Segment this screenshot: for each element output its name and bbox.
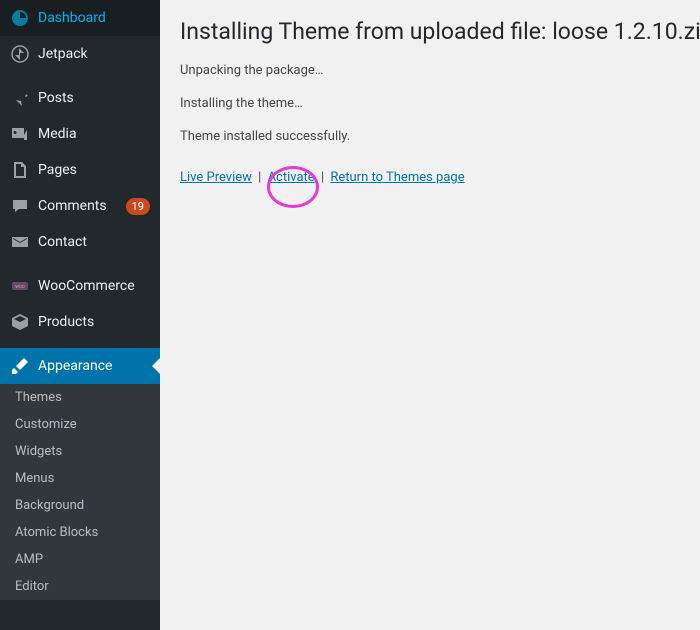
sidebar-item-dashboard[interactable]: Dashboard [0, 0, 160, 36]
sidebar-item-label: Pages [38, 162, 150, 178]
submenu-item-background[interactable]: Background [0, 492, 160, 519]
sidebar-item-label: Media [38, 126, 150, 142]
status-unpacking: Unpacking the package… [180, 63, 700, 78]
pages-icon [10, 160, 30, 180]
sidebar-item-label: Dashboard [38, 10, 150, 26]
sidebar-item-woocommerce[interactable]: woo WooCommerce [0, 268, 160, 304]
sidebar-item-products[interactable]: Products [0, 304, 160, 340]
sidebar-item-media[interactable]: Media [0, 116, 160, 152]
sidebar-item-label: Comments [38, 198, 121, 214]
page-title: Installing Theme from uploaded file: loo… [180, 18, 700, 45]
sidebar-item-pages[interactable]: Pages [0, 152, 160, 188]
sidebar-item-label: Posts [38, 90, 150, 106]
return-link[interactable]: Return to Themes page [330, 170, 464, 185]
submenu-item-amp[interactable]: AMP [0, 546, 160, 573]
submenu-item-widgets[interactable]: Widgets [0, 438, 160, 465]
submenu-item-editor[interactable]: Editor [0, 573, 160, 600]
sidebar-item-label: Products [38, 314, 150, 330]
products-icon [10, 312, 30, 332]
status-installing: Installing the theme… [180, 96, 700, 111]
media-icon [10, 124, 30, 144]
appearance-submenu: Themes Customize Widgets Menus Backgroun… [0, 384, 160, 600]
status-success: Theme installed successfully. [180, 129, 700, 144]
main-content: Installing Theme from uploaded file: loo… [160, 0, 700, 630]
jetpack-icon [10, 44, 30, 64]
dashboard-icon [10, 8, 30, 28]
comments-icon [10, 196, 30, 216]
sidebar-item-contact[interactable]: Contact [0, 224, 160, 260]
separator: | [258, 170, 261, 185]
submenu-item-atomic-blocks[interactable]: Atomic Blocks [0, 519, 160, 546]
sidebar-item-label: Appearance [38, 358, 150, 374]
submenu-item-customize[interactable]: Customize [0, 411, 160, 438]
woo-icon: woo [10, 276, 30, 296]
separator: | [321, 170, 324, 185]
comments-count-badge: 19 [126, 198, 150, 215]
svg-text:woo: woo [15, 284, 25, 290]
action-links: Live Preview | Activate | Return to Them… [180, 170, 700, 185]
sidebar-item-label: Contact [38, 234, 150, 250]
sidebar-item-appearance[interactable]: Appearance [0, 348, 160, 384]
activate-link[interactable]: Activate [268, 170, 315, 185]
pin-icon [10, 88, 30, 108]
sidebar-item-label: WooCommerce [38, 278, 150, 294]
admin-sidebar: Dashboard Jetpack Posts Media Pages Comm… [0, 0, 160, 630]
submenu-item-themes[interactable]: Themes [0, 384, 160, 411]
mail-icon [10, 232, 30, 252]
submenu-item-menus[interactable]: Menus [0, 465, 160, 492]
live-preview-link[interactable]: Live Preview [180, 170, 252, 185]
sidebar-item-comments[interactable]: Comments 19 [0, 188, 160, 224]
sidebar-item-label: Jetpack [38, 46, 150, 62]
sidebar-item-posts[interactable]: Posts [0, 80, 160, 116]
sidebar-item-jetpack[interactable]: Jetpack [0, 36, 160, 72]
brush-icon [10, 356, 30, 376]
